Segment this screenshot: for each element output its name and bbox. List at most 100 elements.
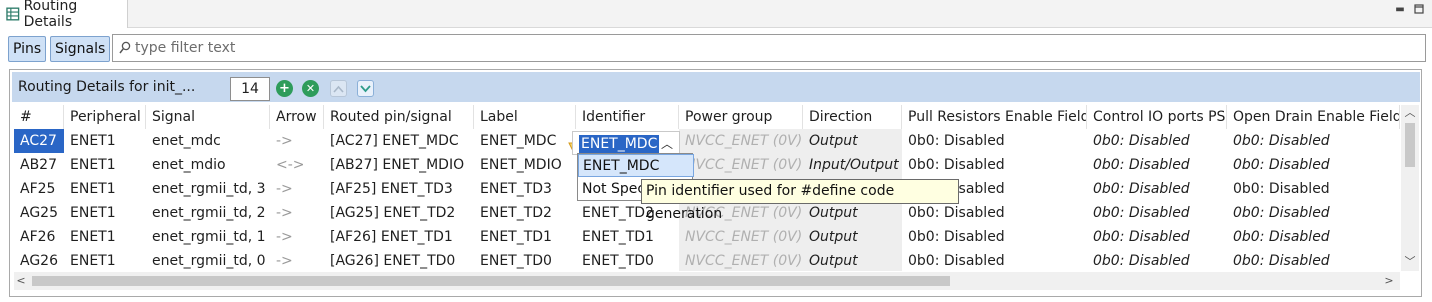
column-header-open-drain[interactable]: Open Drain Enable Field bbox=[1227, 105, 1400, 129]
row-count-field[interactable]: 14 bbox=[230, 77, 270, 101]
table-cell-open-drain[interactable]: 0b0: Disabled bbox=[1227, 201, 1400, 225]
table-cell-pull-resistors[interactable]: 0b0: Disabled bbox=[902, 201, 1087, 225]
identifier-tooltip: Pin identifier used for #define code gen… bbox=[641, 179, 959, 222]
tab-routing-details[interactable]: Routing Details bbox=[0, 0, 128, 30]
table-cell-routed-pin: [AG26] ENET_TD0 bbox=[330, 253, 456, 269]
column-header-label[interactable]: Label bbox=[474, 105, 576, 129]
signals-label: Signals bbox=[55, 41, 106, 57]
search-placeholder: type filter text bbox=[135, 40, 236, 56]
add-icon[interactable]: + bbox=[276, 80, 293, 97]
table-header-row: # Peripheral Signal Arrow Routed pin/signal L… bbox=[14, 105, 1400, 129]
column-header-power-group[interactable]: Power group bbox=[679, 105, 803, 129]
panel-title: Routing Details for init_... bbox=[18, 79, 196, 95]
table-cell-arrow: <-> bbox=[276, 157, 305, 173]
table-row[interactable]: AB27 ENET1 enet_mdio <-> [AB27] ENET_MDIO ENE… bbox=[14, 153, 1400, 177]
table-row[interactable]: AF26 ENET1 enet_rgmii_td, 1 -> [AF26] ENET_T… bbox=[14, 225, 1400, 249]
table-cell-identifier[interactable]: ENET_TD0 bbox=[576, 249, 679, 271]
identifier-combo-input[interactable]: ENET_MDC ︿ bbox=[572, 131, 680, 155]
table-cell-arrow: -> bbox=[276, 229, 293, 245]
table-cell-signal: enet_rgmii_td, 3 bbox=[152, 181, 266, 197]
column-header-direction[interactable]: Direction bbox=[803, 105, 902, 129]
table-cell-open-drain[interactable]: 0b0: Disabled bbox=[1227, 153, 1400, 177]
table-cell-signal: enet_mdc bbox=[152, 133, 221, 149]
scroll-right-icon[interactable]: > bbox=[1382, 274, 1396, 288]
table-cell-pull-resistors[interactable]: 0b0: Disabled bbox=[902, 129, 1087, 153]
pins-label: Pins bbox=[13, 41, 42, 57]
table-cell-label: ENET_MDIO bbox=[480, 157, 562, 173]
table-cell-label: ENET_MDC bbox=[480, 133, 557, 149]
column-header-arrow[interactable]: Arrow bbox=[270, 105, 324, 129]
table-cell-pull-resistors[interactable]: 0b0: Disabled bbox=[902, 225, 1087, 249]
signals-toggle-button[interactable]: Signals bbox=[50, 36, 111, 62]
table-cell-label: ENET_TD2 bbox=[480, 205, 552, 221]
pins-toggle-button[interactable]: Pins bbox=[8, 36, 47, 62]
minimize-icon[interactable]: ▬ bbox=[1394, 4, 1406, 16]
table-cell-signal: enet_rgmii_td, 2 bbox=[152, 205, 266, 221]
column-header-number[interactable]: # bbox=[14, 105, 64, 129]
table-cell-routed-pin: [AF26] ENET_TD1 bbox=[330, 229, 453, 245]
table-cell-routed-pin: [AB27] ENET_MDIO bbox=[330, 157, 465, 173]
table-cell-power-group: NVCC_ENET (0V) bbox=[679, 225, 803, 249]
table-cell-arrow: -> bbox=[276, 181, 293, 197]
table-cell-signal: enet_mdio bbox=[152, 157, 226, 173]
table-cell-control-io[interactable]: 0b0: Disabled bbox=[1087, 201, 1227, 225]
remove-icon[interactable]: ✕ bbox=[302, 80, 319, 97]
table-row[interactable]: AC27 ENET1 enet_mdc -> [AC27] ENET_MDC ENET_M… bbox=[14, 129, 1400, 153]
table-cell-number: AF26 bbox=[20, 229, 56, 245]
table-cell-pull-resistors[interactable]: 0b0: Disabled bbox=[902, 249, 1087, 271]
table-cell-open-drain[interactable]: 0b0: Disabled bbox=[1227, 177, 1400, 201]
routing-table-icon bbox=[6, 7, 20, 21]
move-down-icon[interactable] bbox=[357, 80, 374, 97]
horizontal-scroll-thumb[interactable] bbox=[32, 276, 950, 286]
identifier-editor-value: ENET_MDC bbox=[579, 135, 660, 153]
table-cell-control-io[interactable]: 0b0: Disabled bbox=[1087, 153, 1227, 177]
table-cell-direction: Input/Output bbox=[803, 153, 902, 177]
table-cell-routed-pin: [AC27] ENET_MDC bbox=[330, 133, 459, 149]
table-row[interactable]: AG26 ENET1 enet_rgmii_td, 0 -> [AG26] ENET_T… bbox=[14, 249, 1400, 271]
table-cell-label: ENET_TD3 bbox=[480, 181, 552, 197]
table-cell-identifier[interactable]: ENET_TD1 bbox=[576, 225, 679, 249]
horizontal-scrollbar[interactable]: < > bbox=[14, 272, 1400, 290]
table-cell-power-group: NVCC_ENET (0V) bbox=[679, 153, 803, 177]
tab-title: Routing Details bbox=[23, 0, 78, 30]
table-cell-arrow: -> bbox=[276, 205, 293, 221]
column-header-routed-pin[interactable]: Routed pin/signal bbox=[324, 105, 474, 129]
table-cell-control-io[interactable]: 0b0: Disabled bbox=[1087, 225, 1227, 249]
table-cell-peripheral: ENET1 bbox=[70, 181, 116, 197]
column-header-control-io[interactable]: Control IO ports PS bbox=[1087, 105, 1227, 129]
chevron-up-icon[interactable]: ︿ bbox=[661, 135, 673, 152]
dropdown-option[interactable]: ENET_MDC bbox=[578, 154, 694, 177]
column-header-signal[interactable]: Signal bbox=[146, 105, 270, 129]
table-cell-arrow: -> bbox=[276, 133, 293, 149]
table-cell-routed-pin: [AG25] ENET_TD2 bbox=[330, 205, 456, 221]
maximize-icon[interactable] bbox=[1413, 4, 1425, 16]
vertical-scrollbar[interactable]: ︿ ﹀ bbox=[1401, 105, 1419, 271]
move-up-icon[interactable] bbox=[330, 80, 347, 97]
table-cell-arrow: -> bbox=[276, 253, 293, 269]
table-cell-control-io[interactable]: 0b0: Disabled bbox=[1087, 129, 1227, 153]
table-cell-signal: enet_rgmii_td, 0 bbox=[152, 253, 266, 269]
table-cell-pull-resistors[interactable]: 0b0: Disabled bbox=[902, 153, 1087, 177]
table-cell-number: AG26 bbox=[20, 253, 58, 269]
scroll-down-icon[interactable]: ﹀ bbox=[1401, 255, 1419, 269]
table-cell-control-io[interactable]: 0b0: Disabled bbox=[1087, 249, 1227, 271]
column-header-identifier[interactable]: Identifier bbox=[576, 105, 679, 129]
table-cell-signal: enet_rgmii_td, 1 bbox=[152, 229, 266, 245]
table-cell-peripheral: ENET1 bbox=[70, 133, 116, 149]
table-cell-open-drain[interactable]: 0b0: Disabled bbox=[1227, 225, 1400, 249]
table-cell-control-io[interactable]: 0b0: Disabled bbox=[1087, 177, 1227, 201]
table-cell-direction: Output bbox=[803, 201, 902, 225]
table-cell-direction: Output bbox=[803, 249, 902, 271]
table-cell-number: AG25 bbox=[20, 205, 58, 221]
table-cell-label: ENET_TD1 bbox=[480, 229, 552, 245]
scroll-up-icon[interactable]: ︿ bbox=[1401, 106, 1419, 120]
table-cell-direction: Output bbox=[803, 225, 902, 249]
column-header-pull-resistors[interactable]: Pull Resistors Enable Field bbox=[902, 105, 1087, 129]
search-input[interactable]: type filter text bbox=[112, 34, 1426, 62]
scroll-left-icon[interactable]: < bbox=[14, 274, 28, 288]
column-header-peripheral[interactable]: Peripheral bbox=[64, 105, 146, 129]
table-cell-open-drain[interactable]: 0b0: Disabled bbox=[1227, 249, 1400, 271]
table-cell-peripheral: ENET1 bbox=[70, 205, 116, 221]
vertical-scroll-thumb[interactable] bbox=[1405, 123, 1415, 167]
table-cell-open-drain[interactable]: 0b0: Disabled bbox=[1227, 129, 1400, 153]
